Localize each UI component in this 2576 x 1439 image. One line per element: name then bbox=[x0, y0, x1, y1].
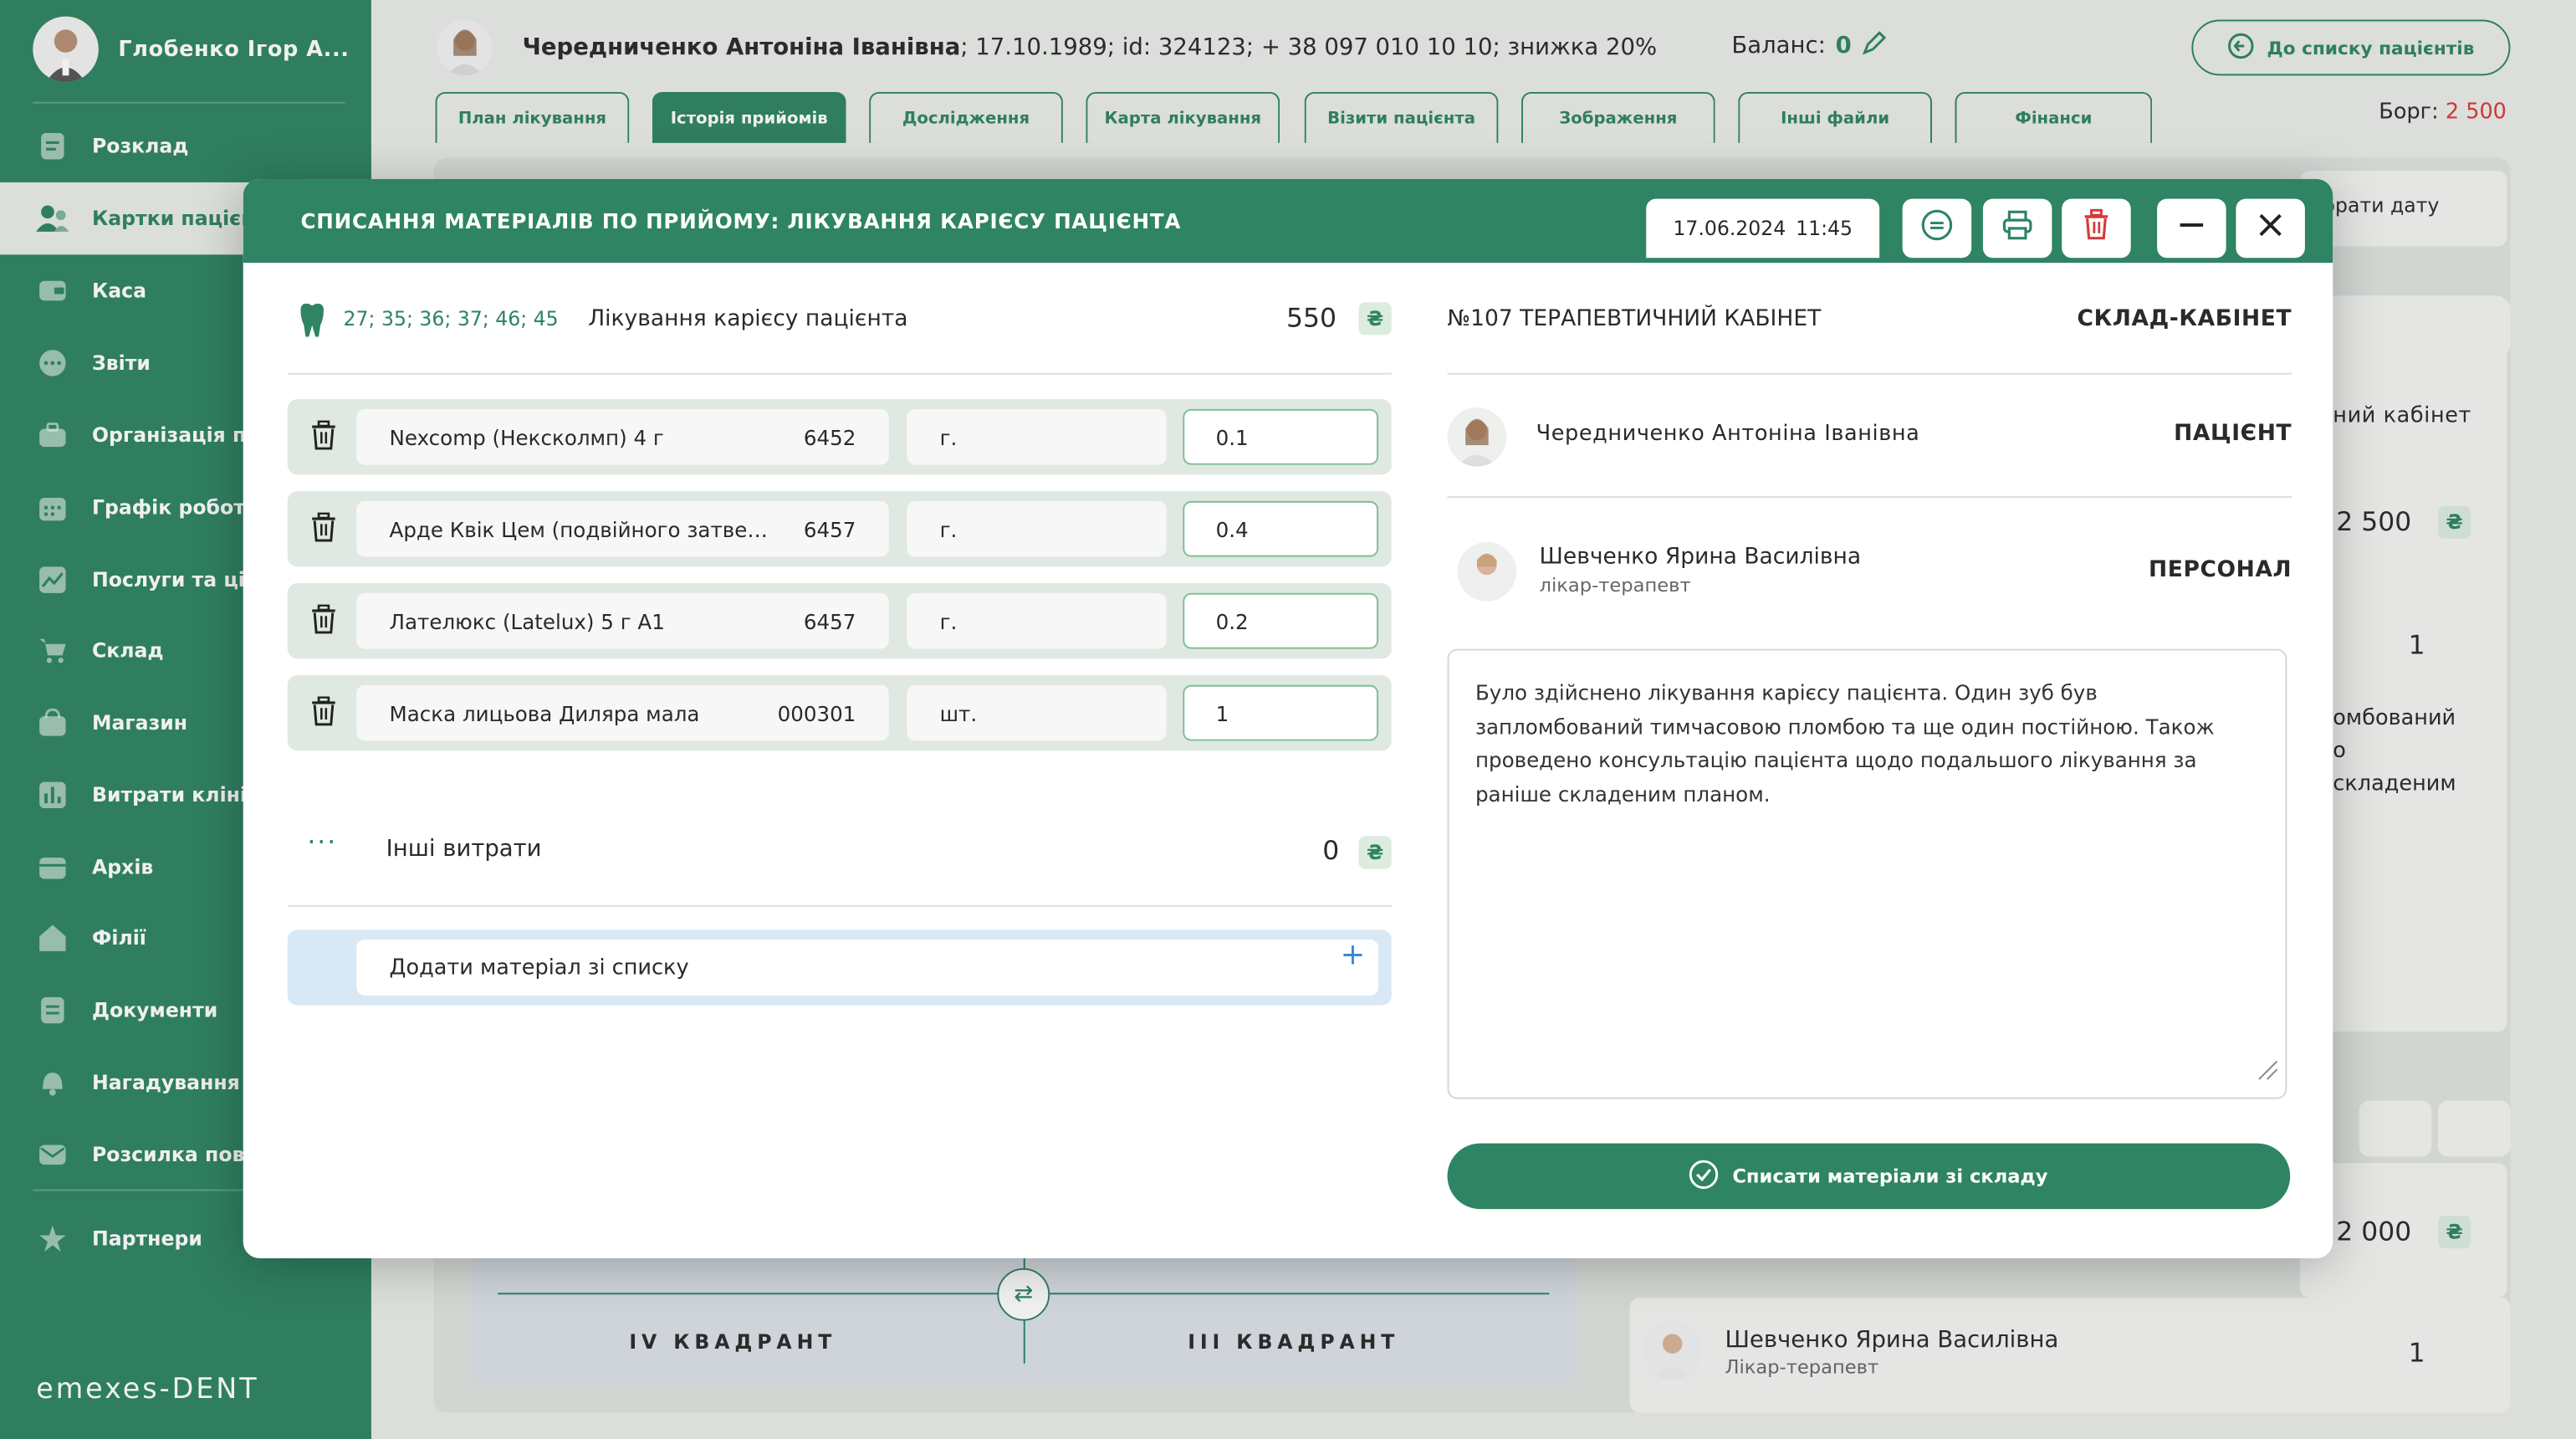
list-circle-icon bbox=[1920, 208, 1953, 248]
plus-icon[interactable]: + bbox=[1341, 939, 1366, 972]
add-material-input[interactable]: Додати матеріал зі списку bbox=[356, 940, 1379, 996]
staff-role: лікар-терапевт bbox=[1539, 573, 1691, 597]
minimize-button[interactable] bbox=[2157, 198, 2226, 259]
material-unit: г. bbox=[907, 408, 1167, 465]
staff-row: Шевченко Ярина Василівна лікар-терапевт … bbox=[1448, 498, 2292, 638]
modal-header: СПИСАННЯ МАТЕРІАЛІВ ПО ПРИЙОМУ: ЛІКУВАНН… bbox=[243, 179, 2333, 264]
trash-icon[interactable] bbox=[310, 696, 336, 733]
print-button[interactable] bbox=[1982, 198, 2052, 259]
material-row: Арде Квік Цем (подвійного затвердіння) 64… bbox=[287, 491, 1392, 567]
cabinet-name: №107 ТЕРАПЕВТИЧНИЙ КАБІНЕТ bbox=[1447, 305, 1822, 332]
service-name: Лікування карієсу пацієнта bbox=[588, 305, 908, 332]
cabinet-label: СКЛАД-КАБІНЕТ bbox=[2077, 305, 2292, 332]
material-name: Арде Квік Цем (подвійного затвердіння) bbox=[389, 516, 771, 541]
material-quantity-input[interactable]: 1 bbox=[1183, 684, 1379, 741]
material-quantity-input[interactable]: 0.2 bbox=[1183, 592, 1379, 649]
close-button[interactable] bbox=[2236, 198, 2305, 259]
visit-date: 17.06.2024 bbox=[1673, 217, 1786, 240]
tooth-icon bbox=[298, 302, 327, 345]
material-unit: шт. bbox=[907, 684, 1167, 741]
patient-name: Чередниченко Антоніна Іванівна bbox=[1536, 422, 1920, 448]
material-code: 000301 bbox=[777, 700, 856, 725]
material-quantity-input[interactable]: 0.1 bbox=[1183, 408, 1379, 465]
printer-icon bbox=[2001, 208, 2034, 248]
material-unit: г. bbox=[907, 500, 1167, 557]
other-expenses-label: Інші витрати bbox=[386, 836, 542, 863]
add-material-placeholder: Додати матеріал зі списку bbox=[389, 955, 689, 981]
visit-note-textarea[interactable]: Було здійснено лікування карієсу пацієнт… bbox=[1447, 648, 2287, 1099]
modal-title: СПИСАННЯ МАТЕРІАЛІВ ПО ПРИЙОМУ: ЛІКУВАНН… bbox=[300, 208, 1182, 233]
patient-row: Чередниченко Антоніна Іванівна ПАЦІЄНТ bbox=[1447, 375, 2292, 498]
staff-name: Шевченко Ярина Василівна bbox=[1539, 543, 1862, 571]
service-teeth: 27; 35; 36; 37; 46; 45 bbox=[343, 307, 559, 330]
material-name: Nexcomp (Нексколмп) 4 г bbox=[389, 424, 664, 450]
add-material-row: Додати матеріал зі списку + bbox=[287, 929, 1392, 1006]
notes-button[interactable] bbox=[1902, 198, 1972, 259]
material-row: Nexcomp (Нексколмп) 4 г 6452 г. 0.1 bbox=[287, 399, 1392, 475]
material-select[interactable]: Лателюкс (Latelux) 5 г A1 6457 bbox=[356, 592, 889, 649]
material-row: Лателюкс (Latelux) 5 г A1 6457 г. 0.2 bbox=[287, 583, 1392, 659]
material-code: 6457 bbox=[803, 516, 856, 541]
material-row: Маска лицьова Диляра мала 000301 шт. 1 bbox=[287, 674, 1392, 751]
delete-button[interactable] bbox=[2062, 198, 2131, 259]
resize-handle-icon[interactable] bbox=[2256, 1057, 2279, 1091]
material-select[interactable]: Nexcomp (Нексколмп) 4 г 6452 bbox=[356, 408, 889, 465]
currency-icon: ₴ bbox=[1358, 302, 1392, 335]
service-price: 550 bbox=[1286, 302, 1337, 334]
material-name: Лателюкс (Latelux) 5 г A1 bbox=[389, 608, 665, 633]
trash-icon[interactable] bbox=[310, 420, 336, 457]
other-expenses-value: 0 bbox=[1322, 834, 1340, 866]
staff-label: ПЕРСОНАЛ bbox=[2148, 556, 2292, 584]
visit-datetime[interactable]: 17.06.2024 11:45 bbox=[1646, 198, 1880, 259]
minus-icon bbox=[2179, 212, 2205, 244]
other-expenses-row: ··· Інші витрати 0 ₴ bbox=[287, 801, 1392, 907]
write-off-button-label: Списати матеріали зі складу bbox=[1732, 1165, 2048, 1188]
trash-icon[interactable] bbox=[310, 512, 336, 549]
material-select[interactable]: Арде Квік Цем (подвійного затвердіння) 64… bbox=[356, 500, 889, 557]
close-icon bbox=[2257, 212, 2283, 244]
trash-icon bbox=[2082, 208, 2111, 248]
material-code: 6452 bbox=[803, 424, 856, 450]
staff-avatar bbox=[1457, 541, 1517, 602]
write-off-button[interactable]: Списати матеріали зі складу bbox=[1447, 1143, 2291, 1210]
patient-label: ПАЦІЄНТ bbox=[2174, 420, 2292, 448]
currency-icon: ₴ bbox=[1358, 836, 1392, 869]
patient-avatar bbox=[1447, 407, 1507, 467]
more-icon[interactable]: ··· bbox=[307, 827, 337, 858]
service-row: 27; 35; 36; 37; 46; 45 Лікування карієсу… bbox=[287, 263, 1392, 375]
write-off-materials-modal: СПИСАННЯ МАТЕРІАЛІВ ПО ПРИЙОМУ: ЛІКУВАНН… bbox=[243, 179, 2333, 1259]
visit-note-text: Було здійснено лікування карієсу пацієнт… bbox=[1475, 679, 2215, 807]
material-code: 6457 bbox=[803, 608, 856, 633]
visit-time: 11:45 bbox=[1796, 217, 1853, 240]
trash-icon[interactable] bbox=[310, 604, 336, 641]
material-unit: г. bbox=[907, 592, 1167, 649]
cabinet-row: №107 ТЕРАПЕВТИЧНИЙ КАБІНЕТ СКЛАД-КАБІНЕТ bbox=[1447, 263, 2292, 375]
check-circle-icon bbox=[1689, 1159, 1720, 1193]
material-select[interactable]: Маска лицьова Диляра мала 000301 bbox=[356, 684, 889, 741]
material-name: Маска лицьова Диляра мала bbox=[389, 700, 700, 725]
material-quantity-input[interactable]: 0.4 bbox=[1183, 500, 1379, 557]
